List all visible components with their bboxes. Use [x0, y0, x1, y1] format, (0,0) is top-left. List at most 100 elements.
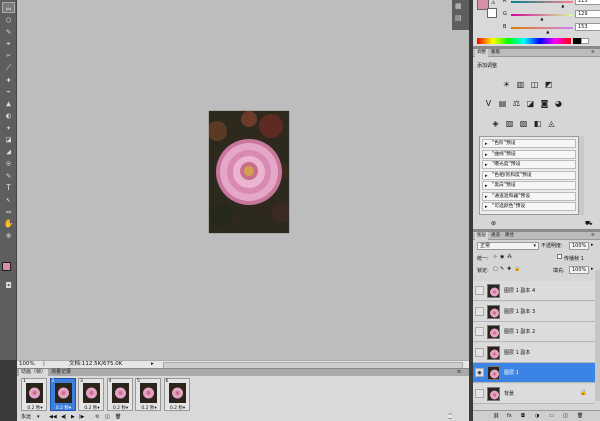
- hue-saturation-adjustment-icon[interactable]: ▤: [498, 99, 507, 108]
- layer-visibility-toggle[interactable]: [475, 347, 484, 357]
- type-tool-icon[interactable]: T: [2, 182, 15, 193]
- link-layers-icon[interactable]: ⛓: [493, 413, 499, 419]
- preset-item[interactable]: "通道混和器"预设: [482, 191, 576, 201]
- layer-row[interactable]: 图层 1 副本 2: [473, 322, 595, 342]
- pen-tool-icon[interactable]: ✎: [2, 170, 15, 181]
- duplicate-frame-button[interactable]: ◫: [105, 413, 110, 421]
- next-frame-button[interactable]: |▶: [79, 413, 85, 421]
- layer-name[interactable]: 图层 1: [504, 369, 519, 376]
- gradient-tool-icon[interactable]: ◪: [2, 134, 15, 145]
- path-select-tool-icon[interactable]: ↖: [2, 194, 15, 205]
- tab-masks[interactable]: 蒙版: [489, 49, 502, 57]
- prev-frame-button[interactable]: ◀|: [61, 413, 67, 421]
- levels-adjustment-icon[interactable]: ▥: [516, 80, 525, 89]
- selective-color-adjustment-icon[interactable]: ◬: [547, 119, 556, 128]
- animation-frame[interactable]: 5 0.2 秒▾: [135, 378, 161, 411]
- propagate-checkbox[interactable]: [557, 254, 562, 259]
- preset-item[interactable]: "曲线"预设: [482, 149, 576, 159]
- layer-row[interactable]: 背景 🔒: [473, 383, 595, 404]
- lock-transparency-icon[interactable]: ▢: [493, 266, 498, 272]
- color-spectrum-bar[interactable]: [477, 38, 571, 44]
- zoom-level[interactable]: 100%: [19, 361, 35, 368]
- tab-layers[interactable]: 图层: [475, 232, 488, 240]
- play-button[interactable]: ▶: [71, 413, 75, 421]
- curves-adjustment-icon[interactable]: ◫: [530, 80, 539, 89]
- slice-tool-icon[interactable]: ✂: [2, 50, 15, 61]
- clip-to-layer-icon[interactable]: ⊛: [491, 220, 496, 227]
- zoom-tool-icon[interactable]: ⊕: [2, 230, 15, 241]
- exposure-adjustment-icon[interactable]: ◩: [544, 80, 553, 89]
- presets-scrollbar[interactable]: [579, 136, 584, 215]
- animation-frame[interactable]: 4 0.2 秒▾: [106, 378, 134, 411]
- layer-row[interactable]: 图层 1 副本: [473, 342, 595, 363]
- color-balance-adjustment-icon[interactable]: ⚖: [512, 99, 521, 108]
- preset-item[interactable]: "黑白"预设: [482, 181, 576, 190]
- layer-mask-icon[interactable]: ◘: [521, 413, 525, 419]
- invert-adjustment-icon[interactable]: ◈: [491, 119, 500, 128]
- eraser-tool-icon[interactable]: ✦: [2, 122, 15, 133]
- layer-visibility-toggle[interactable]: [475, 306, 484, 316]
- frame-delay-select[interactable]: 0.2 秒▾: [108, 405, 134, 411]
- threshold-adjustment-icon[interactable]: ▧: [519, 119, 528, 128]
- timeline-toggle-icon[interactable]: ⌚: [447, 413, 453, 421]
- new-layer-icon[interactable]: ◫: [563, 413, 568, 419]
- preset-item[interactable]: "色阶"预设: [482, 139, 576, 148]
- black-swatch[interactable]: [573, 38, 581, 44]
- color-panel-icon[interactable]: ▦: [455, 2, 462, 10]
- document-canvas-area[interactable]: [17, 0, 469, 360]
- lock-position-icon[interactable]: ✚: [507, 266, 511, 272]
- animation-frame[interactable]: 1 0.2 秒▾: [21, 378, 47, 411]
- slider-handle-icon[interactable]: ▲: [561, 3, 564, 8]
- foreground-color-chip[interactable]: [2, 262, 11, 271]
- layer-name[interactable]: 图层 1 副本 2: [504, 328, 535, 335]
- animation-frame[interactable]: 2 0.2 秒▾: [49, 378, 76, 411]
- channel-value-input[interactable]: 153: [575, 23, 600, 31]
- dodge-tool-icon[interactable]: ⊙: [2, 158, 15, 169]
- lasso-tool-icon[interactable]: ○: [2, 14, 15, 25]
- delete-frame-button[interactable]: 🗑: [115, 413, 121, 421]
- swatches-panel-icon[interactable]: ▤: [455, 14, 462, 22]
- panel-menu-icon[interactable]: ≡: [589, 49, 597, 57]
- black-white-adjustment-icon[interactable]: ◪: [526, 99, 535, 108]
- fill-input[interactable]: 100%: [569, 266, 589, 274]
- layer-name[interactable]: 背景: [504, 390, 514, 397]
- quick-mask-icon[interactable]: ◘: [2, 280, 15, 291]
- layer-visibility-toggle[interactable]: [475, 388, 484, 398]
- blend-mode-select[interactable]: 正常 ▾: [477, 242, 539, 250]
- layer-visibility-toggle[interactable]: [475, 327, 484, 336]
- layer-name[interactable]: 图层 1 副本 4: [504, 287, 535, 294]
- tab-paths[interactable]: 路径: [503, 232, 516, 240]
- layer-visibility-toggle[interactable]: [475, 286, 484, 295]
- adjustment-layer-icon[interactable]: ◑: [535, 413, 539, 419]
- animation-frame[interactable]: 6 0.2 秒▾: [163, 378, 191, 411]
- opacity-input[interactable]: 100%: [569, 242, 589, 250]
- tab-animation[interactable]: 动画（帧）: [19, 369, 49, 376]
- unify-style-icon[interactable]: ⁂: [507, 254, 512, 260]
- unify-visibility-icon[interactable]: ◉: [500, 254, 504, 260]
- loop-select[interactable]: 永远: [21, 413, 31, 421]
- layer-row[interactable]: 图层 1 副本 4: [473, 281, 595, 301]
- white-swatch[interactable]: [581, 38, 589, 44]
- shape-tool-icon[interactable]: ▭: [2, 206, 15, 217]
- panel-menu-icon[interactable]: ≡: [455, 369, 463, 376]
- clone-stamp-tool-icon[interactable]: ▲: [2, 98, 15, 109]
- brightness-adjustment-icon[interactable]: ☀: [502, 80, 511, 89]
- background-color-swatch[interactable]: [487, 8, 497, 18]
- channel-value-input[interactable]: 215: [575, 0, 600, 5]
- new-group-icon[interactable]: ▭: [549, 413, 554, 419]
- crop-tool-icon[interactable]: ⌖: [2, 38, 15, 49]
- slider-handle-icon[interactable]: ▲: [546, 29, 549, 34]
- preset-item[interactable]: "曝光度"预设: [482, 160, 576, 169]
- tab-channels[interactable]: 通道: [489, 232, 502, 240]
- lock-pixels-icon[interactable]: ✎: [500, 266, 504, 272]
- frame-delay-select[interactable]: 0.2 秒▾: [165, 405, 191, 411]
- slider-handle-icon[interactable]: ▲: [540, 16, 543, 21]
- hand-tool-icon[interactable]: ✋: [2, 218, 15, 229]
- loop-chevron-icon[interactable]: ▾: [37, 413, 40, 421]
- first-frame-button[interactable]: ◀◀: [49, 413, 57, 421]
- vibrance-adjustment-icon[interactable]: V: [484, 99, 493, 108]
- lock-all-icon[interactable]: 🔒: [514, 266, 520, 272]
- channel-mixer-adjustment-icon[interactable]: ◕: [554, 99, 563, 108]
- panel-menu-icon[interactable]: ≡: [589, 232, 597, 240]
- channel-slider[interactable]: [511, 27, 573, 29]
